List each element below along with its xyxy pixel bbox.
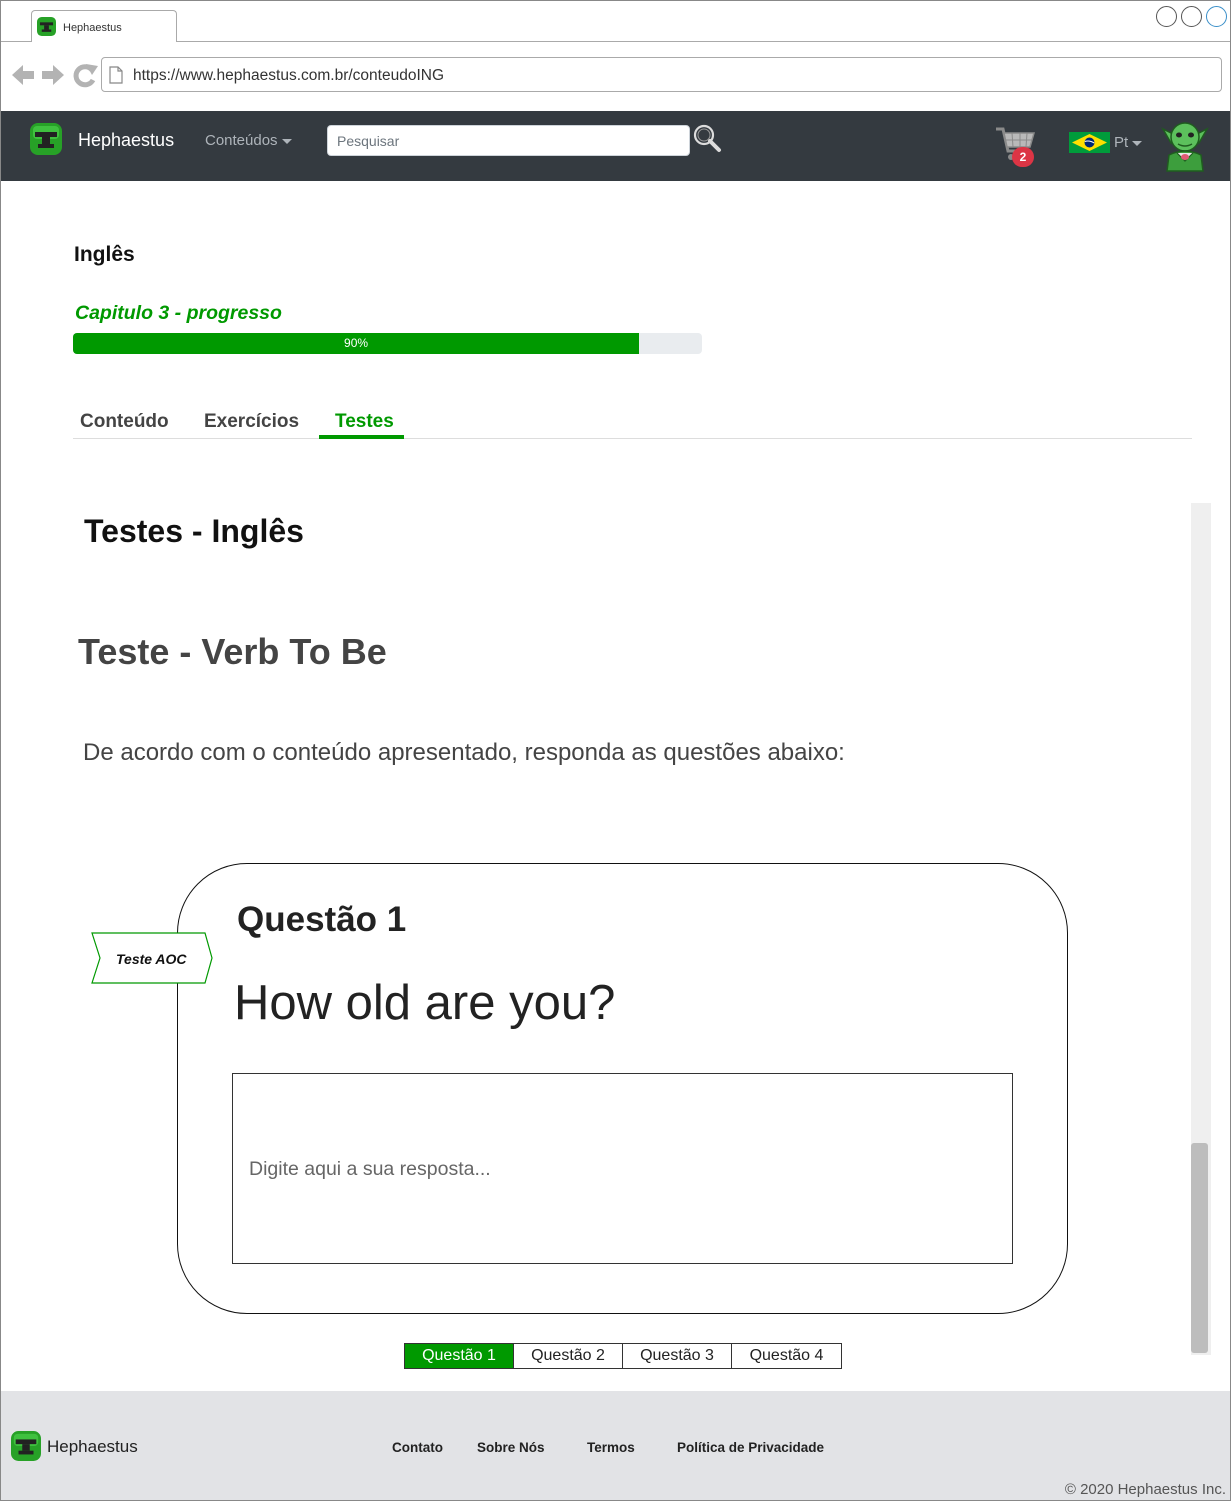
- window-maximize-button[interactable]: [1181, 6, 1202, 27]
- hephaestus-logo-icon: [37, 17, 56, 36]
- footer-link-termos[interactable]: Termos: [587, 1440, 635, 1455]
- tab-conteudo[interactable]: Conteúdo: [80, 411, 169, 433]
- chevron-down-icon: [281, 138, 292, 144]
- footer-copyright: © 2020 Hephaestus Inc.: [1064, 1481, 1226, 1498]
- tab-testes[interactable]: Testes: [335, 411, 394, 433]
- content-tabs: Conteúdo Exercícios Testes: [73, 403, 1192, 439]
- search-icon[interactable]: [692, 123, 722, 153]
- brazil-flag-icon[interactable]: [1069, 132, 1110, 153]
- forward-arrow-icon[interactable]: [42, 65, 64, 85]
- window-minimize-button[interactable]: [1156, 6, 1177, 27]
- footer-brand: Hephaestus: [47, 1437, 138, 1456]
- address-bar[interactable]: https://www.hephaestus.com.br/conteudoIN…: [101, 57, 1222, 92]
- back-arrow-icon[interactable]: [12, 65, 34, 85]
- progress-title: Capitulo 3 - progresso: [75, 302, 282, 324]
- language-selector[interactable]: Pt: [1114, 134, 1143, 151]
- active-tab-indicator: [319, 435, 404, 439]
- user-avatar-goblin-icon[interactable]: [1161, 117, 1209, 173]
- window-close-button[interactable]: [1206, 6, 1227, 27]
- brand-name[interactable]: Hephaestus: [78, 130, 174, 151]
- browser-tab[interactable]: Hephaestus: [31, 10, 177, 43]
- question-2-button[interactable]: Questão 2: [514, 1344, 623, 1368]
- browser-tab-bar: Hephaestus: [1, 1, 1230, 43]
- test-type-label: Teste AOC: [116, 951, 187, 967]
- question-3-button[interactable]: Questão 3: [623, 1344, 732, 1368]
- test-name: Teste - Verb To Be: [78, 631, 387, 672]
- content-scrollbar[interactable]: [1191, 503, 1211, 1355]
- browser-nav-icons: [12, 64, 98, 88]
- question-4-button[interactable]: Questão 4: [732, 1344, 841, 1368]
- footer-link-sobre-nos[interactable]: Sobre Nós: [477, 1440, 545, 1455]
- progress-fill: 90%: [73, 333, 640, 354]
- hephaestus-logo-icon: [11, 1431, 41, 1461]
- tab-exercicios[interactable]: Exercícios: [204, 411, 299, 433]
- conteudos-menu-label: Conteúdos: [205, 132, 278, 149]
- app-navbar: Hephaestus Conteúdos 2 Pt: [1, 111, 1230, 181]
- chapter-progress-bar: 90%: [73, 333, 702, 354]
- page-footer: Hephaestus Contato Sobre Nós Termos Polí…: [1, 1391, 1230, 1500]
- page-icon: [109, 66, 123, 84]
- question-text: How old are you?: [234, 976, 616, 1030]
- search-input[interactable]: [327, 125, 690, 156]
- browser-tab-title: Hephaestus: [63, 22, 122, 34]
- question-1-button[interactable]: Questão 1: [405, 1344, 514, 1368]
- question-label: Questão 1: [237, 900, 407, 939]
- tests-section-title: Testes - Inglês: [84, 513, 304, 549]
- browser-address-row: https://www.hephaestus.com.br/conteudoIN…: [1, 42, 1230, 111]
- browser-window: Hephaestus https://www.hephaestus.com.br…: [0, 0, 1231, 1501]
- answer-field[interactable]: [232, 1073, 1013, 1264]
- hephaestus-logo-icon[interactable]: [30, 123, 62, 155]
- test-instructions: De acordo com o conteúdo apresentado, re…: [83, 739, 845, 766]
- scrollbar-thumb[interactable]: [1191, 1143, 1208, 1353]
- address-url: https://www.hephaestus.com.br/conteudoIN…: [133, 67, 445, 84]
- footer-link-contato[interactable]: Contato: [392, 1440, 443, 1455]
- subject-title: Inglês: [74, 243, 135, 266]
- reload-icon[interactable]: [73, 64, 98, 88]
- cart-count-badge: 2: [1012, 147, 1034, 167]
- question-pager: Questão 1 Questão 2 Questão 3 Questão 4: [404, 1343, 842, 1369]
- conteudos-menu[interactable]: Conteúdos: [205, 132, 292, 149]
- chevron-down-icon: [1132, 140, 1143, 146]
- language-label: Pt: [1114, 134, 1129, 151]
- footer-link-privacidade[interactable]: Política de Privacidade: [677, 1440, 824, 1455]
